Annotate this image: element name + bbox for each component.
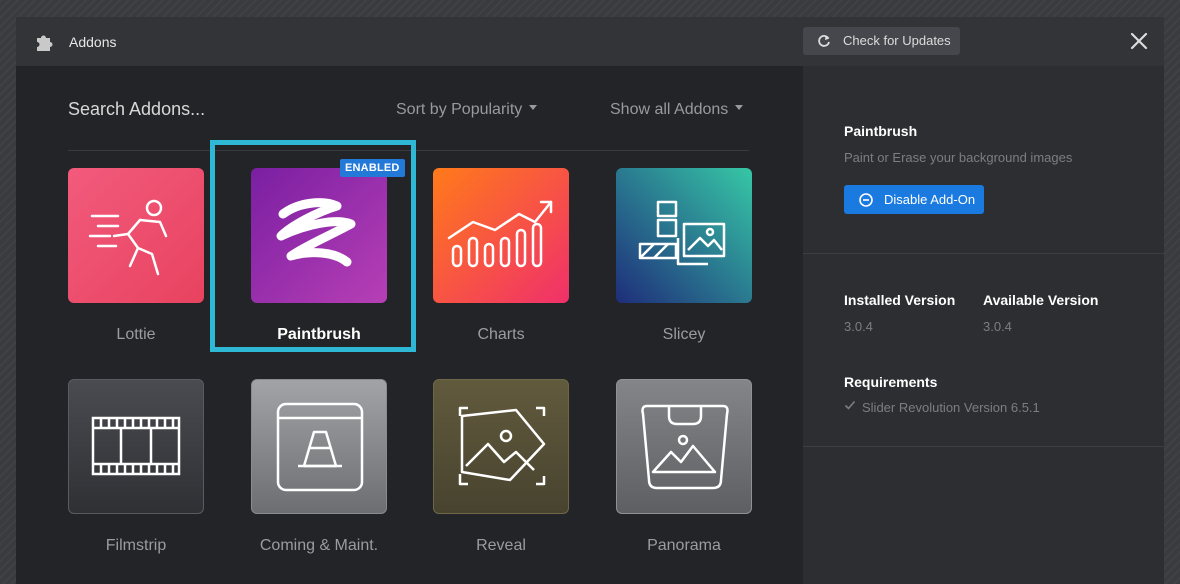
addon-name: Coming & Maint. xyxy=(259,537,379,554)
bar-chart-icon xyxy=(447,200,553,268)
addon-name: Filmstrip xyxy=(105,537,167,554)
sort-label: Sort by Popularity xyxy=(396,101,523,118)
caret-down-icon xyxy=(735,105,744,111)
search-addons-input[interactable]: Search Addons... xyxy=(68,99,205,120)
addon-name: Lottie xyxy=(116,326,156,343)
requirement-item: Slider Revolution Version 6.5.1 xyxy=(862,400,1040,415)
installed-version-label: Installed Version xyxy=(844,292,956,308)
panorama-icon xyxy=(641,404,729,490)
detail-description: Paint or Erase your background images xyxy=(844,150,1073,165)
addon-tile xyxy=(68,168,204,303)
addon-tile xyxy=(616,168,752,303)
enabled-badge: ENABLED xyxy=(340,159,405,177)
puzzle-icon xyxy=(37,35,53,51)
addon-detail-panel: Paintbrush Paint or Erase your backgroun… xyxy=(803,66,1164,584)
addon-name: Reveal xyxy=(476,537,526,554)
check-updates-button[interactable]: Check for Updates xyxy=(803,27,960,55)
addons-modal: Addons Check for Updates Search Addons..… xyxy=(16,17,1164,584)
addon-tile xyxy=(433,168,569,303)
detail-addon-name: Paintbrush xyxy=(844,123,918,139)
available-version-value: 3.0.4 xyxy=(983,319,1012,334)
reveal-image-icon xyxy=(458,406,546,486)
modal-title: Addons xyxy=(69,34,117,50)
running-man-icon xyxy=(88,199,168,276)
available-version-label: Available Version xyxy=(983,292,1099,308)
minus-circle-icon xyxy=(859,193,873,207)
filmstrip-icon xyxy=(91,416,181,476)
addon-name: Panorama xyxy=(647,537,721,554)
requirements-label: Requirements xyxy=(844,374,938,390)
disable-addon-button[interactable]: Disable Add-On xyxy=(844,185,984,214)
addon-name: Slicey xyxy=(662,326,706,343)
addons-list-panel: Search Addons... Sort by Popularity Show… xyxy=(16,66,803,584)
slices-icon xyxy=(638,200,726,266)
installed-version-value: 3.0.4 xyxy=(844,319,873,334)
detail-divider xyxy=(803,253,1164,254)
show-filter-dropdown[interactable]: Show all Addons xyxy=(610,101,744,119)
show-label: Show all Addons xyxy=(610,101,729,118)
addon-tile xyxy=(616,379,752,514)
addon-tile xyxy=(433,379,569,514)
close-icon[interactable] xyxy=(1128,30,1150,52)
disable-addon-label: Disable Add-On xyxy=(884,192,976,207)
check-updates-label: Check for Updates xyxy=(843,33,951,48)
traffic-cone-icon xyxy=(276,402,364,492)
addon-name: Charts xyxy=(477,326,525,343)
sort-dropdown[interactable]: Sort by Popularity xyxy=(396,101,538,119)
detail-divider xyxy=(803,446,1164,447)
modal-header: Addons Check for Updates xyxy=(16,17,1164,66)
caret-down-icon xyxy=(529,105,538,111)
addon-tile xyxy=(251,379,387,514)
addon-tile xyxy=(68,379,204,514)
check-icon xyxy=(844,400,856,410)
refresh-icon xyxy=(818,35,830,47)
